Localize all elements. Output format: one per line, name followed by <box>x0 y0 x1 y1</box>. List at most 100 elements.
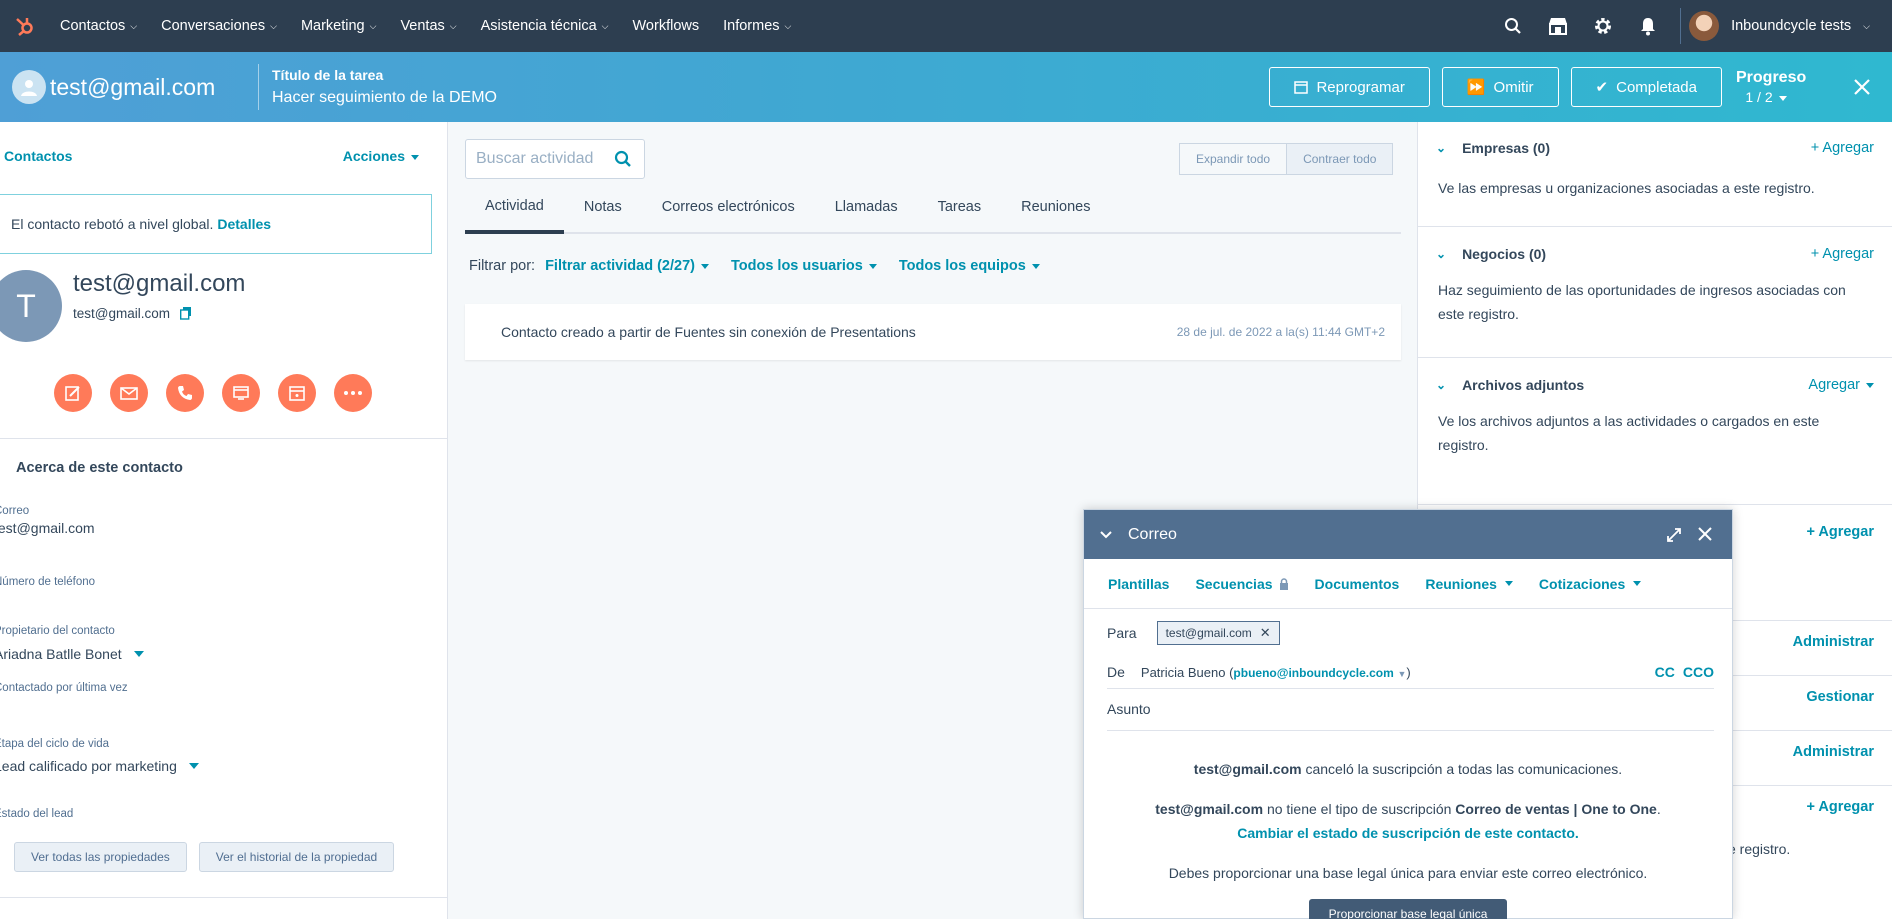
bcc-button[interactable]: CCO <box>1683 664 1714 680</box>
tab-meetings[interactable]: Reuniones <box>1001 182 1110 232</box>
collapse-chevron-icon[interactable] <box>1100 526 1112 544</box>
settings-gear-icon[interactable] <box>1580 0 1625 52</box>
search-icon[interactable] <box>1490 0 1535 52</box>
calendar-icon <box>1294 81 1309 94</box>
bounce-details-link[interactable]: Detalles <box>217 216 271 232</box>
prop-value-email[interactable]: test@gmail.com <box>0 520 95 536</box>
task-contact[interactable]: test@gmail.com <box>0 52 258 122</box>
quotes-dropdown[interactable]: Cotizaciones <box>1539 576 1642 592</box>
to-label: Para <box>1107 625 1137 641</box>
meetings-dropdown[interactable]: Reuniones <box>1425 576 1513 592</box>
hubspot-logo[interactable] <box>0 0 48 52</box>
filter-activity-dropdown[interactable]: Filtrar actividad (2/27) <box>545 258 709 274</box>
task-title-block: Título de la tarea Hacer seguimiento de … <box>272 67 497 107</box>
companies-title[interactable]: Empresas (0) <box>1462 140 1550 156</box>
filter-users-dropdown[interactable]: Todos los usuarios <box>731 258 877 274</box>
composer-title: Correo <box>1128 525 1177 543</box>
recipient-chip[interactable]: test@gmail.com ✕ <box>1156 621 1280 645</box>
tab-tasks[interactable]: Tareas <box>918 182 1002 232</box>
notifications-bell-icon[interactable] <box>1625 0 1670 52</box>
task-contact-email: test@gmail.com <box>50 73 216 100</box>
prop-value-lifecycle[interactable]: Lead calificado por marketing <box>0 758 199 774</box>
add-link[interactable]: + Agregar <box>1806 799 1874 815</box>
companies-section: ⌄ Empresas (0) + Agregar Ve las empresas u… <box>1418 122 1892 227</box>
sequences-button[interactable]: Secuencias <box>1195 576 1288 592</box>
from-row: De Patricia Bueno (pbueno@inboundcycle.c… <box>1107 660 1714 684</box>
search-activity-input[interactable]: Buscar actividad <box>465 139 645 179</box>
legal-basis-message: Debes proporcionar una base legal única … <box>1168 865 1648 881</box>
activity-text: Contacto creado a partir de Fuentes sin … <box>501 324 916 340</box>
provide-legal-basis-button[interactable]: Proporcionar base legal única <box>1309 899 1507 919</box>
divider <box>0 438 447 439</box>
account-menu[interactable]: Inboundcycle tests ⌵ <box>1689 11 1892 41</box>
templates-button[interactable]: Plantillas <box>1108 576 1169 592</box>
back-to-contacts-link[interactable]: Contactos <box>4 148 72 164</box>
documents-button[interactable]: Documentos <box>1315 576 1400 592</box>
bounce-alert: El contacto rebotó a nivel global. Detal… <box>0 194 432 254</box>
checkmark-icon: ✔ <box>1595 79 1609 96</box>
tab-activity[interactable]: Actividad <box>465 182 564 234</box>
divider <box>1107 688 1714 689</box>
screen-icon <box>233 386 249 400</box>
companies-description: Ve las empresas u organizaciones asociad… <box>1438 180 1815 196</box>
email-composer: Correo Plantillas Secuencias Documentos … <box>1083 509 1733 919</box>
expand-all-button[interactable]: Expandir todo <box>1179 143 1288 175</box>
expand-icon[interactable] <box>1666 527 1682 543</box>
add-attachment-dropdown[interactable]: Agregar <box>1808 377 1874 393</box>
remove-recipient-icon[interactable]: ✕ <box>1260 625 1271 641</box>
deals-title[interactable]: Negocios (0) <box>1462 246 1546 262</box>
from-selector[interactable]: Patricia Bueno (pbueno@inboundcycle.com … <box>1141 665 1411 680</box>
subject-row[interactable]: Asunto <box>1107 701 1714 717</box>
task-progress[interactable]: Progreso 1 / 2 <box>1736 69 1826 105</box>
nav-marketing[interactable]: Marketing ⌵ <box>289 0 389 52</box>
composer-toolbar: Plantillas Secuencias Documentos Reunion… <box>1084 559 1732 609</box>
add-company-link[interactable]: + Agregar <box>1811 140 1874 156</box>
prop-value-owner[interactable]: Ariadna Batlle Bonet <box>0 646 144 662</box>
progress-value: 1 / 2 <box>1736 89 1796 105</box>
nav-separator <box>1680 8 1682 44</box>
tab-calls[interactable]: Llamadas <box>815 182 918 232</box>
email-button[interactable] <box>110 374 148 412</box>
nav-workflows[interactable]: Workflows <box>621 0 712 52</box>
cc-button[interactable]: CC <box>1655 664 1675 680</box>
view-all-properties-button[interactable]: Ver todas las propiedades <box>14 842 187 872</box>
close-taskbar-icon[interactable] <box>1832 52 1892 122</box>
call-button[interactable] <box>166 374 204 412</box>
lock-icon <box>1279 577 1288 590</box>
nav-informes[interactable]: Informes ⌵ <box>711 0 803 52</box>
chevron-down-icon[interactable]: ⌄ <box>1436 378 1446 392</box>
nav-conversaciones[interactable]: Conversaciones ⌵ <box>149 0 289 52</box>
attachments-title[interactable]: Archivos adjuntos <box>1462 377 1584 393</box>
activity-item[interactable]: Contacto creado a partir de Fuentes sin … <box>465 304 1401 360</box>
chevron-down-icon[interactable]: ⌄ <box>1436 141 1446 155</box>
close-icon[interactable] <box>1698 526 1712 541</box>
nav-ventas[interactable]: Ventas ⌵ <box>388 0 468 52</box>
note-button[interactable] <box>54 374 92 412</box>
meeting-button[interactable] <box>278 374 316 412</box>
search-icon[interactable] <box>614 150 632 168</box>
contact-action-buttons <box>54 374 372 412</box>
add-deal-link[interactable]: + Agregar <box>1811 246 1874 262</box>
reschedule-button[interactable]: Reprogramar <box>1269 67 1430 107</box>
composer-header: Correo <box>1084 510 1732 559</box>
tab-notes[interactable]: Notas <box>564 182 642 232</box>
filter-teams-dropdown[interactable]: Todos los equipos <box>899 258 1040 274</box>
marketplace-icon[interactable] <box>1535 0 1580 52</box>
to-row: Para test@gmail.com ✕ <box>1107 621 1714 645</box>
nav-asistencia[interactable]: Asistencia técnica ⌵ <box>469 0 621 52</box>
more-actions-button[interactable] <box>334 374 372 412</box>
tab-emails[interactable]: Correos electrónicos <box>642 182 815 232</box>
complete-button[interactable]: ✔ Completada <box>1570 67 1722 107</box>
view-property-history-button[interactable]: Ver el historial de la propiedad <box>198 842 395 872</box>
change-subscription-link[interactable]: Cambiar el estado de suscripción de este… <box>1237 825 1579 841</box>
unsubscribed-message: test@gmail.com canceló la suscripción a … <box>1193 761 1623 777</box>
nav-contactos[interactable]: Contactos ⌵ <box>48 0 149 52</box>
sms-button[interactable] <box>222 374 260 412</box>
task-queue-bar: test@gmail.com Título de la tarea Hacer … <box>0 52 1892 122</box>
collapse-all-button[interactable]: Contraer todo <box>1287 143 1394 175</box>
actions-dropdown[interactable]: Acciones <box>343 148 419 164</box>
skip-button[interactable]: ⏩ Omitir <box>1441 67 1559 107</box>
chevron-down-icon[interactable]: ⌄ <box>1436 247 1446 261</box>
contact-avatar-icon <box>12 70 46 104</box>
copy-icon[interactable] <box>179 307 192 320</box>
